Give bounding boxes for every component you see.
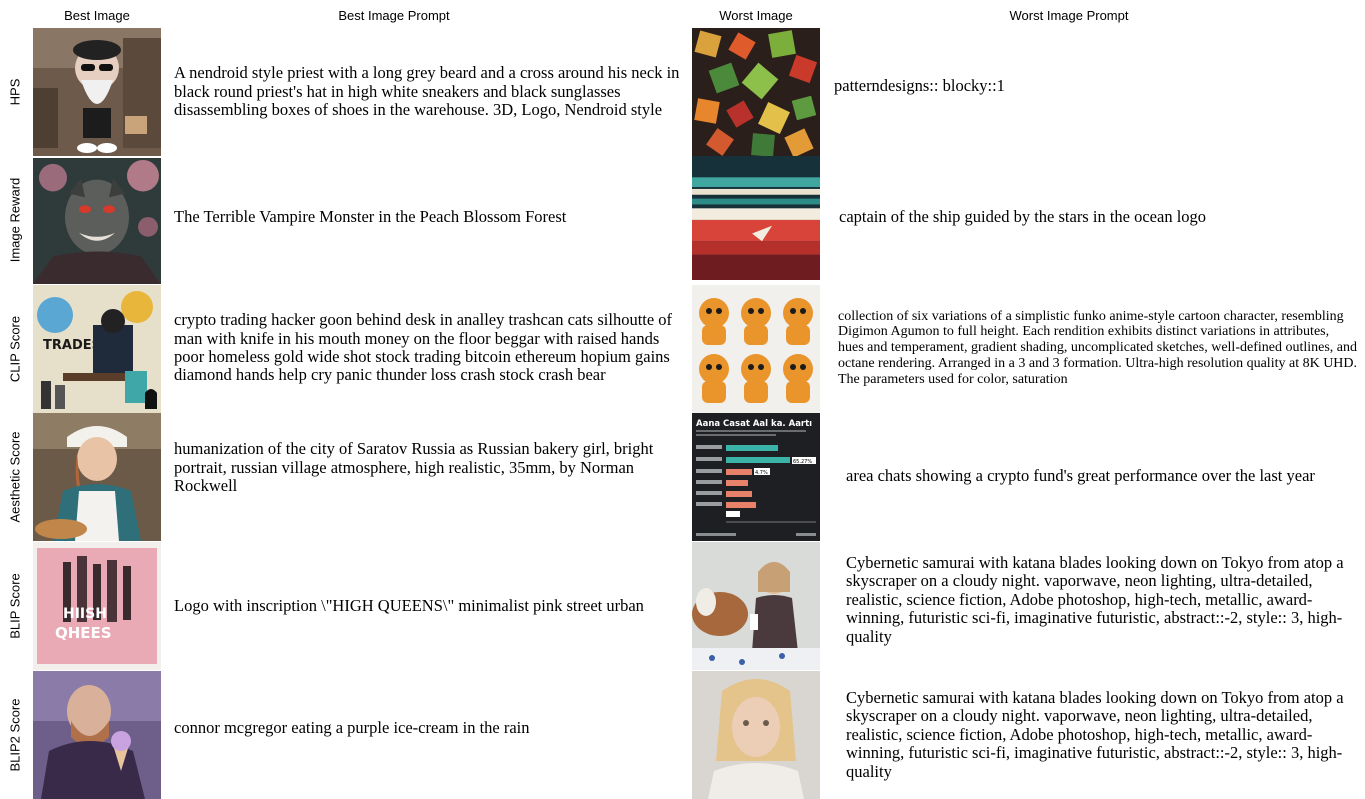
best-prompt: crypto trading hacker goon behind desk i… — [174, 310, 673, 385]
row-blip2-score: BLIP2 Score connor mcgregor eating a pur… — [0, 671, 1365, 799]
row-hps: HPS A nendroid style priest with a long … — [0, 28, 1365, 156]
logo-text-2: QHEES — [55, 624, 112, 642]
best-prompt: The Terrible Vampire Monster in the Peac… — [174, 206, 567, 226]
worst-prompt: Cybernetic samurai with katana blades lo… — [846, 552, 1344, 646]
metric-label: BLIP2 Score — [7, 698, 23, 772]
metric-label: Image Reward — [7, 177, 23, 263]
worst-image — [692, 28, 820, 156]
row-blip-score: BLIP Score HIISH QHEES Logo with inscrip… — [0, 542, 1365, 670]
best-image — [33, 28, 161, 156]
worst-image — [692, 671, 820, 799]
row-label: BLIP2 Score — [0, 671, 30, 799]
row-label: Aesthetic Score — [0, 413, 30, 541]
row-clip-score: CLIP Score TRADESK crypto trading hacker… — [0, 285, 1365, 413]
header-best-image: Best Image — [64, 8, 130, 23]
metric-label: Aesthetic Score — [7, 431, 23, 523]
chart-label-text: 65.27% — [793, 459, 812, 465]
worst-prompt: captain of the ship guided by the stars … — [839, 206, 1207, 226]
row-label: CLIP Score — [0, 285, 30, 413]
best-prompt: Logo with inscription \"HIGH QUEENS\" mi… — [174, 595, 644, 615]
worst-image — [692, 285, 820, 413]
best-prompt: connor mcgregor eating a purple ice-crea… — [174, 717, 530, 737]
header-best-prompt: Best Image Prompt — [338, 8, 450, 23]
best-prompt: A nendroid style priest with a long grey… — [174, 63, 680, 120]
logo-text-1: HIISH — [63, 606, 107, 622]
worst-image: Aana Casat Aal ka. Aartı 65.27% 4.7% — [692, 413, 820, 541]
worst-image — [692, 156, 820, 280]
metric-label: HPS — [7, 78, 23, 106]
metric-label: CLIP Score — [7, 315, 23, 383]
row-label: Image Reward — [0, 156, 30, 284]
best-image — [33, 158, 161, 284]
worst-image — [692, 542, 820, 670]
worst-prompt: patterndesigns:: blocky::1 — [834, 75, 1005, 95]
row-image-reward: Image Reward The Terrible Vampire Monste… — [0, 156, 1365, 284]
best-image: HIISH QHEES — [33, 542, 161, 670]
best-prompt: humanization of the city of Saratov Russ… — [174, 439, 654, 496]
best-image: TRADESK — [33, 285, 161, 413]
chart-title-text: Aana Casat Aal ka. Aartı — [696, 419, 812, 429]
best-image — [33, 671, 161, 799]
metric-label: BLIP Score — [7, 573, 23, 639]
best-image — [33, 413, 161, 541]
row-aesthetic-score: Aesthetic Score humanization of the city… — [0, 413, 1365, 541]
row-label: BLIP Score — [0, 542, 30, 670]
worst-prompt: Cybernetic samurai with katana blades lo… — [846, 687, 1344, 781]
worst-prompt: collection of six variations of a simpli… — [838, 308, 1358, 387]
worst-prompt: area chats showing a crypto fund's great… — [846, 465, 1315, 485]
chart-label2-text: 4.7% — [755, 470, 768, 476]
header-worst-image: Worst Image — [719, 8, 793, 23]
header-worst-prompt: Worst Image Prompt — [1009, 8, 1129, 23]
row-label: HPS — [0, 28, 30, 156]
